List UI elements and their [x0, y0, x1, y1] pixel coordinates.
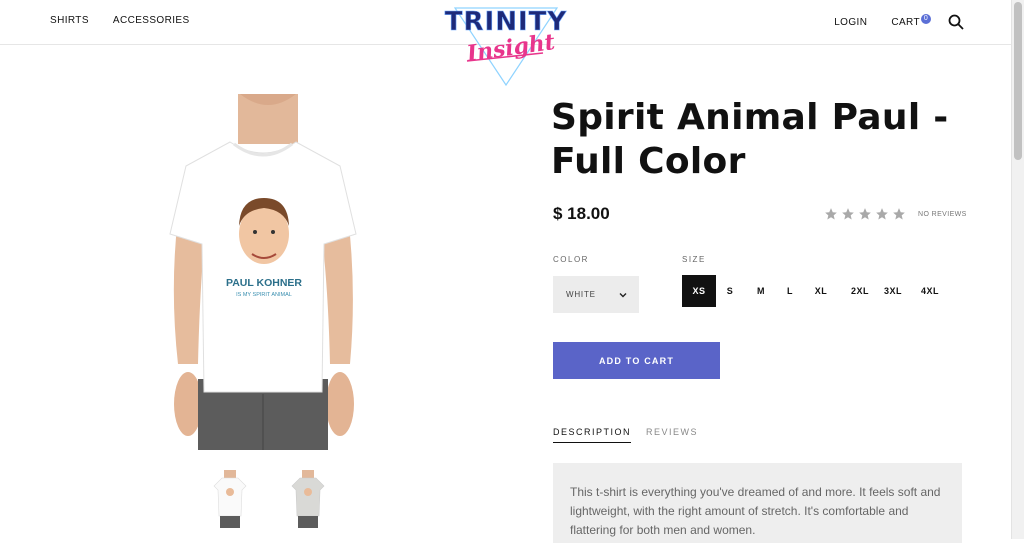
shirt-print-name: PAUL KOHNER	[226, 277, 302, 289]
size-option-s[interactable]: S	[721, 275, 739, 307]
color-select-value: WHITE	[566, 290, 596, 299]
main-nav: SHIRTS ACCESSORIES	[50, 15, 190, 26]
size-option-3xl[interactable]: 3XL	[881, 275, 905, 307]
size-option-4xl[interactable]: 4XL	[918, 275, 942, 307]
size-option-xl[interactable]: XL	[812, 275, 830, 307]
product-image[interactable]: PAUL KOHNER IS MY SPIRIT ANIMAL	[160, 94, 366, 450]
description-panel: This t-shirt is everything you've dreame…	[553, 463, 962, 543]
star-icon	[893, 208, 905, 220]
product-thumbnails	[212, 470, 326, 528]
product-title-line1: Spirit Animal Paul -	[551, 97, 949, 138]
rating-stars[interactable]	[824, 207, 906, 221]
chevron-down-icon	[619, 292, 627, 297]
site-header: SHIRTS ACCESSORIES TRINITY Insight LOGIN…	[0, 0, 1012, 87]
tab-description[interactable]: DESCRIPTION	[553, 427, 632, 443]
search-icon[interactable]	[948, 14, 964, 30]
star-icon	[859, 208, 871, 220]
cart-link[interactable]: CART 0	[891, 13, 931, 28]
cart-label: CART	[891, 16, 920, 28]
nav-shirts[interactable]: SHIRTS	[50, 15, 89, 26]
size-option-xs[interactable]: XS	[682, 275, 716, 307]
size-option-l[interactable]: L	[782, 275, 798, 307]
nav-right: LOGIN CART 0	[834, 13, 964, 30]
size-option-2xl[interactable]: 2XL	[848, 275, 872, 307]
size-option-m[interactable]: M	[752, 275, 770, 307]
shirt-print-tagline: IS MY SPIRIT ANIMAL	[236, 292, 292, 298]
cart-count-badge: 0	[921, 13, 931, 24]
product-price: $ 18.00	[553, 204, 610, 223]
star-icon	[825, 208, 837, 220]
tab-reviews[interactable]: REVIEWS	[646, 427, 698, 437]
nav-accessories[interactable]: ACCESSORIES	[113, 15, 190, 26]
color-select[interactable]: WHITE	[553, 276, 639, 313]
thumbnail-white[interactable]	[212, 470, 248, 528]
reviews-count[interactable]: NO REVIEWS	[918, 211, 967, 218]
star-icon	[876, 208, 888, 220]
product-title: Spirit Animal Paul - Full Color	[551, 96, 971, 184]
description-text: This t-shirt is everything you've dreame…	[570, 485, 941, 537]
color-label: COLOR	[553, 255, 589, 264]
add-to-cart-button[interactable]: ADD TO CART	[553, 342, 720, 379]
size-options: XS S M L XL 2XL 3XL 4XL	[682, 275, 942, 307]
login-link[interactable]: LOGIN	[834, 17, 867, 28]
product-title-line2: Full Color	[551, 141, 746, 182]
thumbnail-grey[interactable]	[290, 470, 326, 528]
page-scrollbar[interactable]	[1011, 0, 1024, 539]
scroll-thumb[interactable]	[1014, 2, 1022, 160]
star-icon	[842, 208, 854, 220]
trinity-insight-logo[interactable]: TRINITY Insight	[433, 3, 579, 87]
size-label: SIZE	[682, 255, 706, 264]
